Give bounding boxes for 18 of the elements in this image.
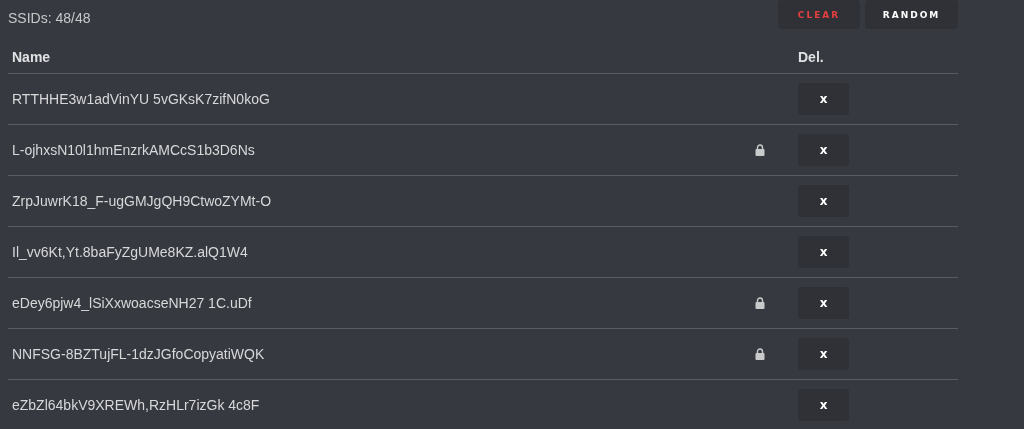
delete-button[interactable]: x [798, 185, 849, 217]
ssid-counter: SSIDs: 48/48 [8, 10, 92, 26]
ssid-name: eDey6pjw4_lSiXxwoacseNH27 1C.uDf [11, 295, 253, 311]
random-button[interactable]: RANDOM [865, 0, 958, 29]
delete-button[interactable]: x [798, 83, 849, 115]
delete-button[interactable]: x [798, 338, 849, 370]
delete-button[interactable]: x [798, 236, 849, 268]
delete-button[interactable]: x [798, 389, 849, 421]
ssid-name: Il_vv6Kt,Yt.8baFyZgUMe8KZ.alQ1W4 [11, 244, 249, 260]
ssid-name: RTTHHE3w1adVinYU 5vGKsK7zifN0koG [11, 91, 271, 107]
delete-button[interactable]: x [798, 134, 849, 166]
column-header: Name [11, 48, 52, 65]
delete-button[interactable]: x [798, 287, 849, 319]
ssid-name: ZrpJuwrK18_F-ugGMJgQH9CtwoZYMt-O [11, 193, 273, 209]
ssid-name: L-ojhxsN10l1hmEnzrkAMCcS1b3D6Ns [11, 142, 256, 158]
column-header: Del. [797, 48, 825, 65]
ssid-name: eZbZl64bkV9XREWh,RzHLr7izGk 4c8F [11, 397, 261, 413]
ssid-name: NNFSG-8BZTujFL-1dzJGfoCopyatiWQK [11, 346, 266, 362]
